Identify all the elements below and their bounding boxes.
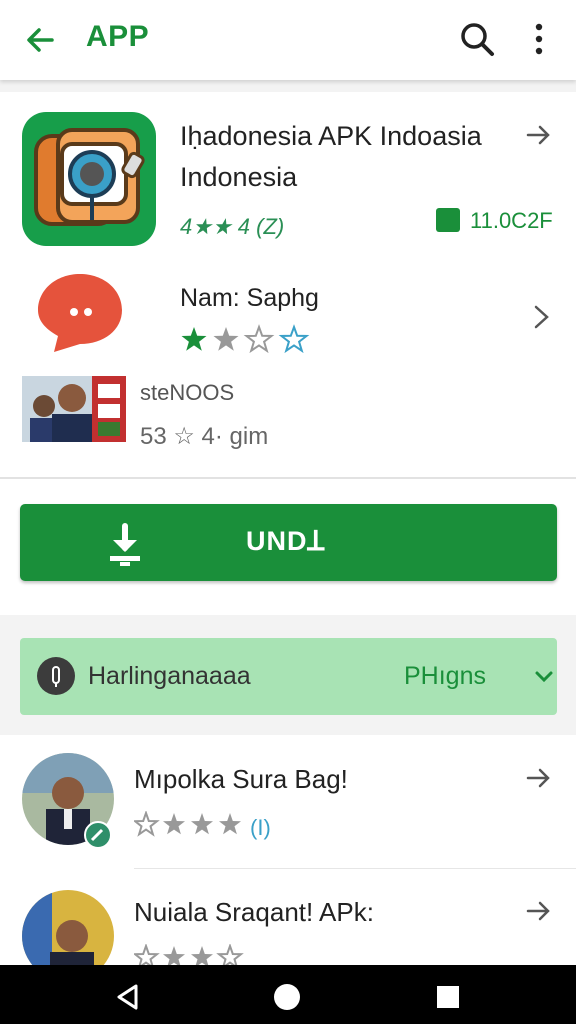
list-divider xyxy=(134,868,576,869)
app-2-star-rating xyxy=(181,324,310,354)
app-item-1[interactable]: Iḥadonesia APK Indoasia Indonesia 4★★ 4 … xyxy=(0,92,576,262)
nav-home-icon[interactable] xyxy=(272,982,302,1012)
chat-bubble-icon xyxy=(38,274,122,352)
search-icon[interactable] xyxy=(458,20,496,58)
camera-app-icon xyxy=(22,112,156,246)
more-vert-icon[interactable] xyxy=(526,20,552,58)
install-button[interactable]: UNDꓕ xyxy=(20,504,557,581)
app-item-3[interactable]: steNOOS 53 ☆ 4· gim xyxy=(0,370,576,470)
list-item-1-star-rating xyxy=(134,811,241,837)
nav-recents-icon[interactable] xyxy=(434,983,462,1011)
list-item[interactable]: Nuiala Sraqant! APk: xyxy=(0,880,576,965)
download-icon xyxy=(110,523,140,566)
list-item-2-title: Nuiala Sraqant! APk: xyxy=(134,897,374,927)
filter-left-label: Harlinganaaaa xyxy=(88,662,251,690)
list-item-1-arrow-icon[interactable] xyxy=(524,763,554,793)
install-button-label: UNDꓕ xyxy=(246,526,325,556)
app-1-rating: 4★★ 4 (Z) xyxy=(180,214,285,239)
list-item-2-arrow-icon[interactable] xyxy=(524,896,554,926)
app-1-title-line2: Indonesia xyxy=(180,162,298,192)
app-1-size: 11.0C2F xyxy=(470,208,553,233)
nav-back-icon[interactable] xyxy=(114,983,142,1011)
app-bar: APP xyxy=(0,0,576,80)
app-1-size-badge-icon xyxy=(436,208,460,232)
system-nav-bar xyxy=(0,965,576,1024)
app-item-2[interactable]: Nam: Saphg xyxy=(0,262,576,370)
app-1-arrow-icon[interactable] xyxy=(524,120,554,150)
back-arrow-icon[interactable] xyxy=(22,22,58,58)
list-item-2-star-rating xyxy=(134,944,244,965)
avatar xyxy=(22,890,114,965)
app-3-title: steNOOS xyxy=(140,380,235,405)
app-1-title-line1: Iḥadonesia APK Indoasia xyxy=(180,121,482,151)
list-item-1-suffix: (I) xyxy=(250,815,271,840)
chevron-down-icon[interactable] xyxy=(534,667,554,687)
app-3-thumbnail xyxy=(22,376,126,442)
list-item-1-title: Mıpolka Sura Bag! xyxy=(134,764,348,794)
app-3-meta: 53 ☆ 4· gim xyxy=(140,423,269,450)
filter-right-label: PHıgns xyxy=(404,662,486,690)
list-item[interactable]: Mıpolka Sura Bag! (I) xyxy=(0,745,576,865)
app-bar-title: APP xyxy=(86,20,150,53)
pin-icon xyxy=(37,657,75,695)
app-2-title: Nam: Saphg xyxy=(180,284,319,312)
edit-badge-icon xyxy=(84,821,112,849)
filter-bar[interactable]: Harlinganaaaa PHıgns xyxy=(20,638,557,715)
app-2-chevron-icon[interactable] xyxy=(526,302,556,332)
